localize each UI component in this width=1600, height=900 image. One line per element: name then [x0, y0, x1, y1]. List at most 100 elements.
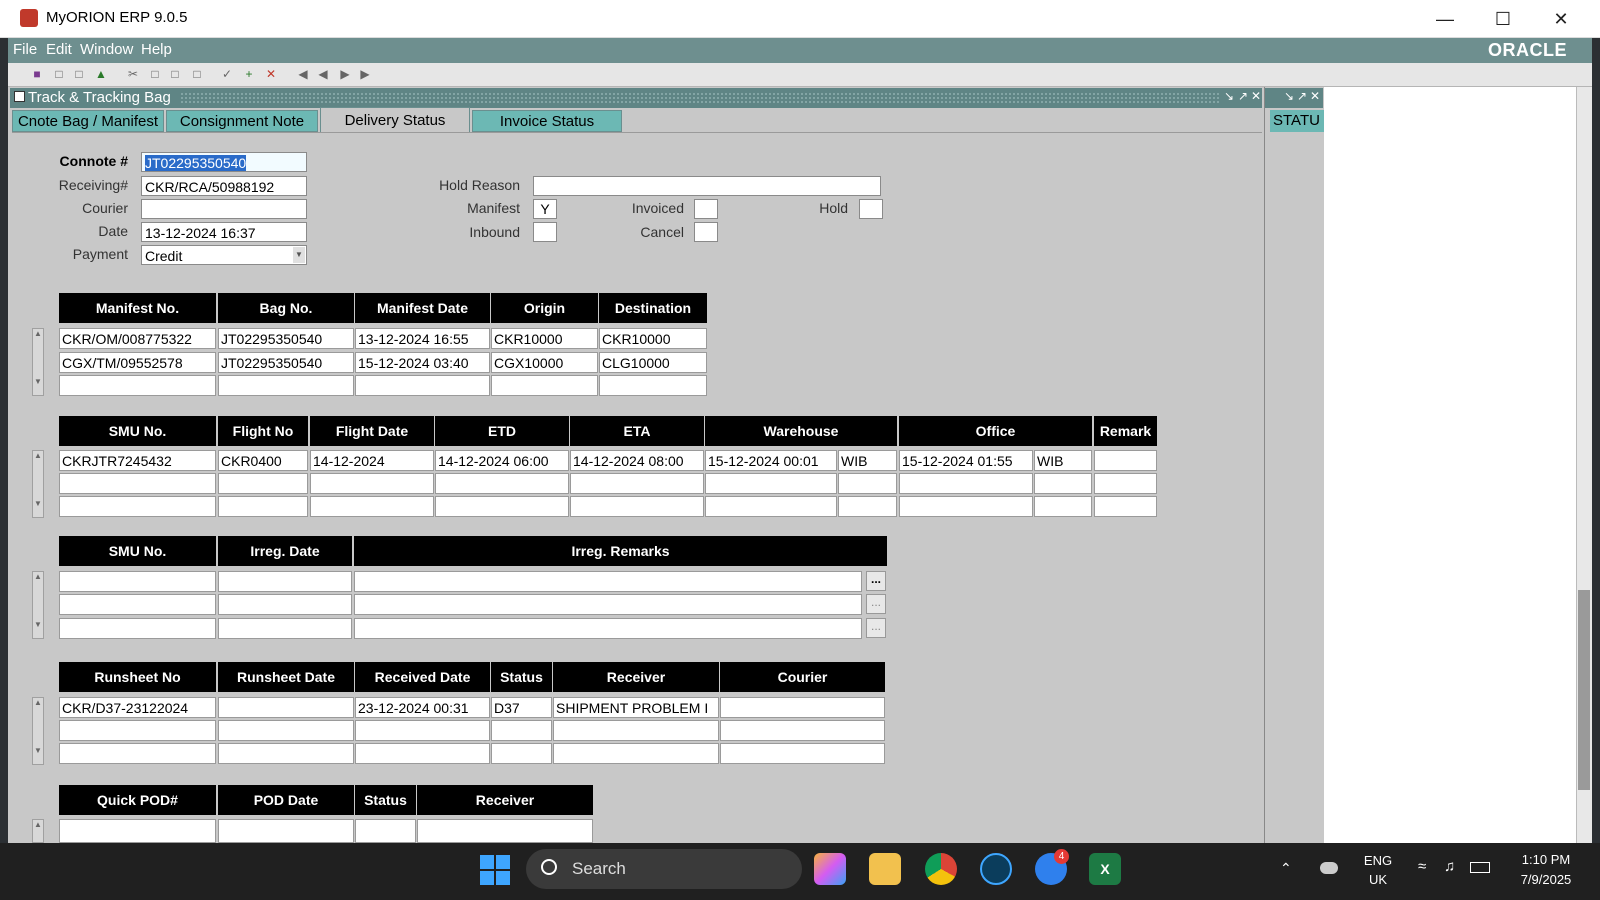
- manifest-scrollbar[interactable]: ▲ ▼: [32, 328, 44, 396]
- menu-file[interactable]: File: [13, 41, 37, 58]
- first-record-icon[interactable]: ◀: [296, 67, 310, 81]
- taskbar-search[interactable]: [526, 849, 802, 889]
- table-cell[interactable]: [1094, 473, 1157, 494]
- previous-record-icon[interactable]: ◀: [316, 67, 330, 81]
- table-cell[interactable]: WIB: [838, 450, 897, 471]
- table-cell[interactable]: CKR0400: [218, 450, 308, 471]
- table-cell[interactable]: 15-12-2024 03:40: [355, 352, 490, 373]
- table-cell[interactable]: 14-12-2024 06:00: [435, 450, 569, 471]
- table-cell[interactable]: [218, 571, 352, 592]
- table-cell[interactable]: 23-12-2024 00:31: [355, 697, 490, 718]
- table-cell[interactable]: [1094, 496, 1157, 517]
- table-cell[interactable]: [899, 496, 1033, 517]
- irreg-scrollbar[interactable]: ▲ ▼: [32, 571, 44, 639]
- table-cell[interactable]: 15-12-2024 00:01: [705, 450, 837, 471]
- table-cell[interactable]: 14-12-2024 08:00: [570, 450, 704, 471]
- menu-help[interactable]: Help: [141, 41, 172, 58]
- save-icon[interactable]: ■: [30, 67, 44, 81]
- table-cell[interactable]: [310, 473, 434, 494]
- table-cell[interactable]: [720, 720, 885, 741]
- table-cell[interactable]: [218, 743, 354, 764]
- table-cell[interactable]: [59, 594, 216, 615]
- side-restore-icon[interactable]: ↗: [1297, 89, 1307, 103]
- table-cell[interactable]: [310, 496, 434, 517]
- language-top[interactable]: ENG: [1358, 853, 1398, 868]
- table-cell[interactable]: [570, 496, 704, 517]
- table-cell[interactable]: [355, 819, 416, 843]
- table-cell[interactable]: [59, 473, 216, 494]
- manifest-checkbox[interactable]: Y: [533, 199, 557, 219]
- chevron-down-icon[interactable]: ▼: [293, 247, 305, 263]
- cancel-checkbox[interactable]: [694, 222, 718, 242]
- table-cell[interactable]: 14-12-2024: [310, 450, 434, 471]
- form-minimize-icon[interactable]: ↘: [1224, 89, 1234, 103]
- volume-icon[interactable]: ♫: [1444, 858, 1455, 875]
- next-record-icon[interactable]: ▶: [338, 67, 352, 81]
- query-icon[interactable]: ✓: [220, 67, 234, 81]
- clear-icon[interactable]: □: [190, 67, 204, 81]
- table-cell[interactable]: [354, 618, 862, 639]
- table-cell[interactable]: CLG10000: [599, 352, 707, 373]
- excel-icon[interactable]: X: [1089, 853, 1121, 885]
- table-cell[interactable]: [705, 496, 837, 517]
- copilot-icon[interactable]: [814, 853, 846, 885]
- remarks-expand-button[interactable]: ...: [866, 594, 886, 614]
- table-cell[interactable]: [218, 720, 354, 741]
- print-icon[interactable]: □: [52, 67, 66, 81]
- table-cell[interactable]: [218, 819, 354, 843]
- table-cell[interactable]: CKRJTR7245432: [59, 450, 216, 471]
- receiving-field[interactable]: CKR/RCA/50988192: [141, 176, 307, 196]
- table-cell[interactable]: [59, 571, 216, 592]
- table-cell[interactable]: [59, 375, 216, 396]
- smu-scrollbar[interactable]: ▲ ▼: [32, 450, 44, 518]
- table-cell[interactable]: [59, 720, 216, 741]
- table-cell[interactable]: 15-12-2024 01:55: [899, 450, 1033, 471]
- table-cell[interactable]: [491, 375, 598, 396]
- table-cell[interactable]: [59, 743, 216, 764]
- table-cell[interactable]: [59, 618, 216, 639]
- table-cell[interactable]: [720, 697, 885, 718]
- table-cell[interactable]: CGX/TM/09552578: [59, 352, 216, 373]
- delete-record-icon[interactable]: ✕: [264, 67, 278, 81]
- workspace-scroll-thumb[interactable]: [1578, 590, 1590, 790]
- table-cell[interactable]: [599, 375, 707, 396]
- table-cell[interactable]: [705, 473, 837, 494]
- table-cell[interactable]: D37: [491, 697, 552, 718]
- table-cell[interactable]: [435, 473, 569, 494]
- inbound-checkbox[interactable]: [533, 222, 557, 242]
- table-cell[interactable]: [354, 594, 862, 615]
- table-cell[interactable]: 13-12-2024 16:55: [355, 328, 490, 349]
- close-form-icon[interactable]: □: [72, 67, 86, 81]
- table-cell[interactable]: [218, 375, 354, 396]
- battery-icon[interactable]: [1470, 862, 1490, 873]
- remarks-expand-button[interactable]: ...: [866, 571, 886, 591]
- table-cell[interactable]: [59, 819, 216, 843]
- table-cell[interactable]: [720, 743, 885, 764]
- table-cell[interactable]: [553, 720, 719, 741]
- side-minimize-icon[interactable]: ↘: [1284, 89, 1294, 103]
- table-cell[interactable]: [218, 618, 352, 639]
- table-cell[interactable]: [355, 720, 490, 741]
- insert-record-icon[interactable]: +: [242, 67, 256, 81]
- minimize-button[interactable]: —: [1416, 0, 1474, 38]
- runsheet-scrollbar[interactable]: ▲ ▼: [32, 697, 44, 765]
- table-cell[interactable]: [491, 720, 552, 741]
- tab-invoice-status[interactable]: Invoice Status: [472, 110, 622, 132]
- table-cell[interactable]: [218, 496, 308, 517]
- exit-icon[interactable]: ▲: [94, 67, 108, 81]
- app-n-icon[interactable]: [980, 853, 1012, 885]
- close-button[interactable]: ✕: [1532, 0, 1590, 38]
- language-bottom[interactable]: UK: [1358, 872, 1398, 887]
- table-cell[interactable]: CGX10000: [491, 352, 598, 373]
- start-icon[interactable]: [480, 855, 510, 885]
- form-restore-icon[interactable]: ↗: [1238, 89, 1248, 103]
- copy-icon[interactable]: □: [148, 67, 162, 81]
- payment-select[interactable]: Credit ▼: [141, 245, 307, 265]
- table-cell[interactable]: JT02295350540: [218, 328, 354, 349]
- courier-field[interactable]: [141, 199, 307, 219]
- table-cell[interactable]: [218, 473, 308, 494]
- table-cell[interactable]: CKR10000: [599, 328, 707, 349]
- table-cell[interactable]: WIB: [1034, 450, 1092, 471]
- table-cell[interactable]: CKR/D37-23122024: [59, 697, 216, 718]
- table-cell[interactable]: [59, 496, 216, 517]
